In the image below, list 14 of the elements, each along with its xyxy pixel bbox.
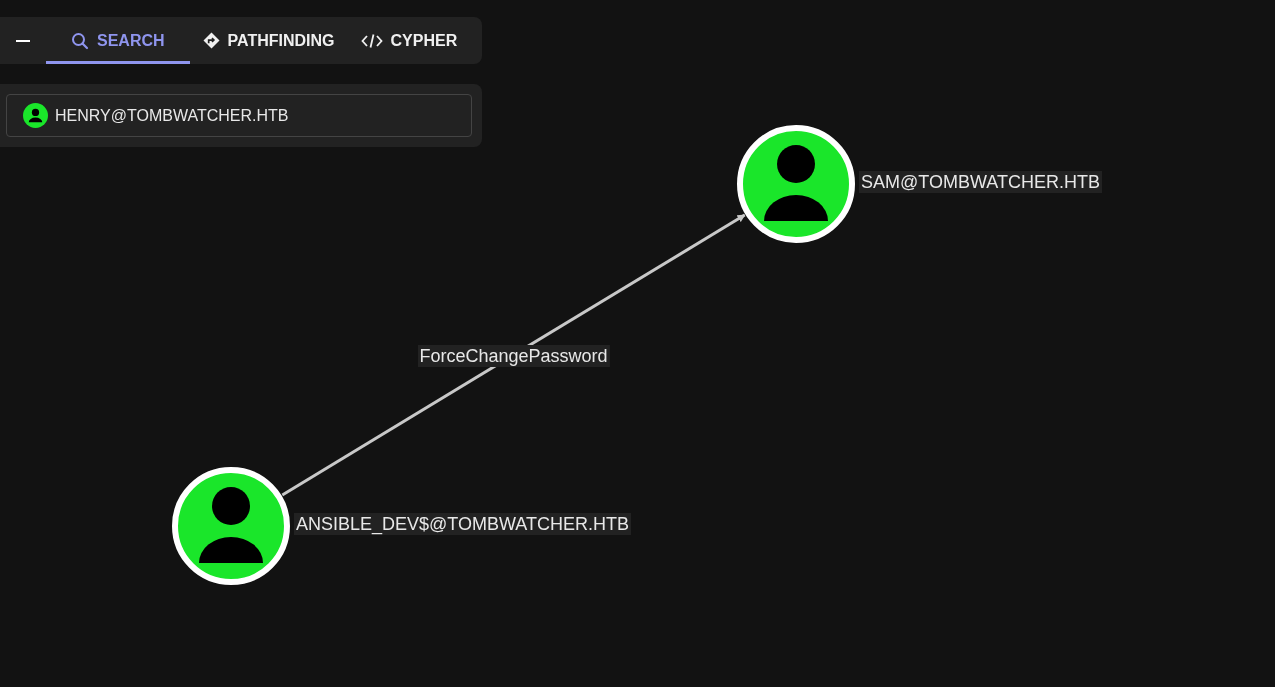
tab[interactable]: SEARCH — [46, 17, 190, 64]
user-node[interactable] — [172, 467, 290, 585]
direction-sign-icon — [202, 32, 220, 49]
node-label: SAM@TOMBWATCHER.HTB — [859, 171, 1102, 193]
user-icon — [23, 103, 48, 128]
edge-label: ForceChangePassword — [417, 345, 610, 367]
tab[interactable]: PATHFINDING — [189, 17, 348, 64]
node-label: ANSIBLE_DEV$@TOMBWATCHER.HTB — [294, 513, 631, 535]
search-icon — [71, 31, 89, 50]
code-icon — [360, 32, 383, 49]
user-node[interactable] — [737, 125, 855, 243]
minimize-icon — [16, 39, 30, 42]
search-field[interactable]: HENRY@TOMBWATCHER.HTB — [6, 94, 472, 137]
tab[interactable]: CYPHER — [347, 17, 471, 64]
